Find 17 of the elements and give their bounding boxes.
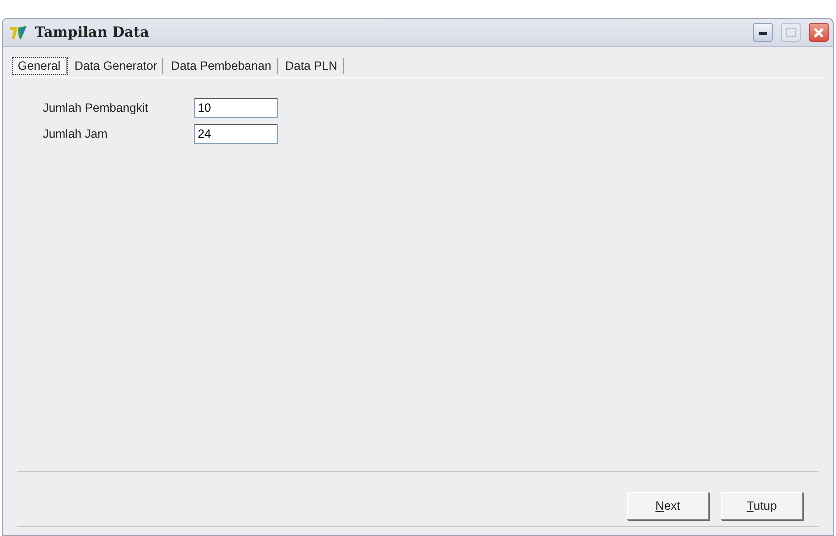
app-icon <box>9 24 29 40</box>
field-label: Jumlah Jam <box>43 127 109 141</box>
close-button[interactable]: Tutup <box>721 492 803 520</box>
next-button[interactable]: Next <box>627 492 709 520</box>
close-icon <box>813 26 825 38</box>
tab[interactable]: General <box>13 58 67 74</box>
tab[interactable]: Data Generator <box>70 58 164 74</box>
minimize-icon <box>759 30 767 34</box>
window-title: Tampilan Data <box>35 24 150 40</box>
input-field[interactable]: 24 <box>194 124 278 144</box>
input-field[interactable]: 10 <box>194 98 278 118</box>
minimize-button[interactable] <box>753 23 773 42</box>
tab[interactable]: Data Pembebanan <box>166 58 278 74</box>
maximize-icon <box>786 28 796 37</box>
field-label: Jumlah Pembangkit <box>43 101 150 115</box>
tab[interactable]: Data PLN <box>280 58 344 74</box>
close-button[interactable] <box>809 23 829 42</box>
